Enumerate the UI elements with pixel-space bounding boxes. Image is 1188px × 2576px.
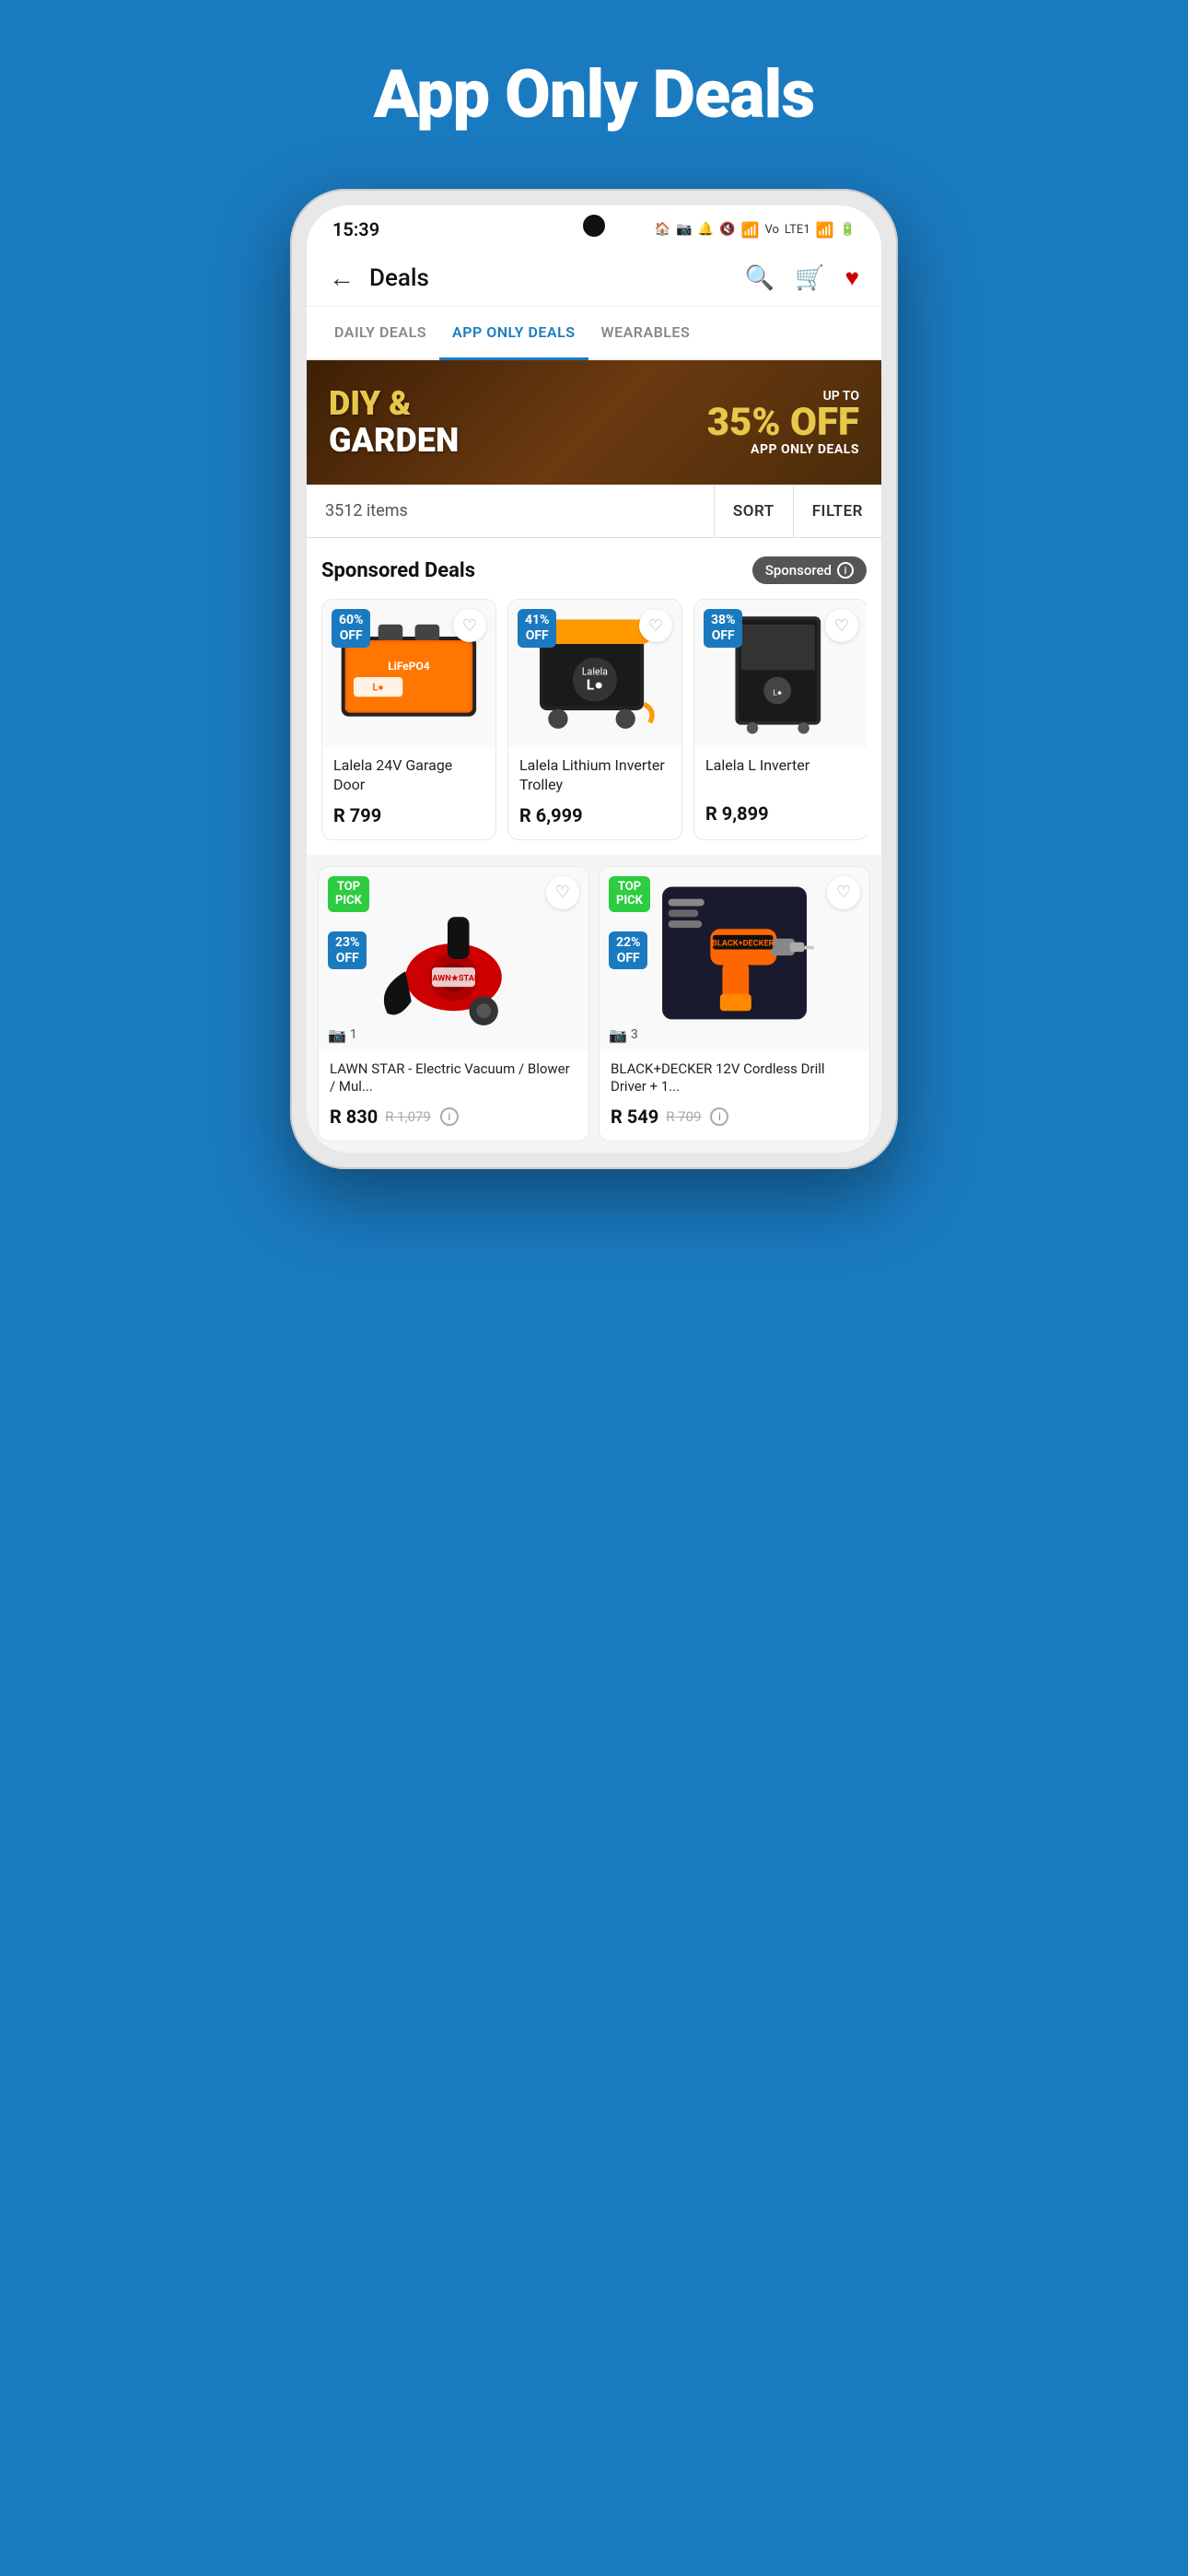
- discount-badge-2: 41% OFF: [518, 609, 556, 648]
- photo-count-2: 📷 3: [609, 1026, 638, 1044]
- banner-right: UP TO 35% OFF APP ONLY DEALS: [570, 389, 859, 457]
- camera-icon-2: 📷: [609, 1026, 627, 1044]
- sort-button[interactable]: SORT: [714, 486, 793, 537]
- wishlist-btn-grid-1[interactable]: ♡: [546, 876, 579, 909]
- grid-product-1[interactable]: TOP PICK 23% OFF ♡: [318, 866, 589, 1142]
- svg-text:L●: L●: [587, 675, 603, 693]
- product-3-image: 38% OFF ♡ L●: [694, 600, 867, 747]
- product-2-image: 41% OFF ♡ Lalela: [508, 600, 681, 747]
- banner-left: DIY & GARDEN: [329, 386, 570, 459]
- product-1-image: 60% OFF ♡ LiFePO4 L●: [322, 600, 495, 747]
- photo-count-1: 📷 1: [328, 1026, 357, 1044]
- banner-percent-text: 35% OFF: [570, 404, 859, 442]
- grid-product-2[interactable]: TOP PICK 22% OFF ♡: [599, 866, 870, 1142]
- sponsored-badge[interactable]: Sponsored i: [752, 556, 867, 584]
- product-3-name: Lalela L Inverter: [705, 756, 856, 793]
- grid-product-2-image: TOP PICK 22% OFF ♡: [600, 867, 869, 1051]
- sponsored-header: Sponsored Deals Sponsored i: [321, 556, 867, 584]
- sponsored-badge-label: Sponsored: [765, 562, 832, 579]
- search-icon[interactable]: 🔍: [745, 264, 775, 292]
- grid-product-1-image: TOP PICK 23% OFF ♡: [319, 867, 588, 1051]
- product-3-info: Lalela L Inverter R 9,899: [694, 747, 867, 837]
- svg-text:L●: L●: [773, 689, 782, 698]
- grid-orig-price-1: R 1,079: [385, 1108, 431, 1125]
- promo-banner[interactable]: DIY & GARDEN UP TO 35% OFF APP ONLY DEAL…: [307, 360, 881, 485]
- phone-frame: 15:39 🏠 📷 🔔 🔇 📶 Vo LTE1 📶 🔋 ← Deals 🔍 🛒: [290, 189, 898, 1169]
- nav-bar: ← Deals 🔍 🛒 ♥: [307, 250, 881, 307]
- cart-icon[interactable]: 🛒: [795, 264, 824, 292]
- banner-sub-text: APP ONLY DEALS: [570, 442, 859, 457]
- product-1-price: R 799: [333, 804, 484, 826]
- sponsored-section: Sponsored Deals Sponsored i 60% OFF ♡: [307, 538, 881, 855]
- banner-diy-text: DIY &: [329, 386, 570, 423]
- discount-badge-grid-1: 23% OFF: [328, 931, 367, 970]
- svg-text:L●: L●: [373, 682, 384, 694]
- tab-app-only-deals[interactable]: APP ONLY DEALS: [439, 307, 588, 360]
- grid-price-row-1: R 830 R 1,079 i: [330, 1106, 577, 1128]
- items-count: 3512 items: [307, 485, 714, 537]
- product-1-info: Lalela 24V Garage Door R 799: [322, 747, 495, 839]
- grid-product-2-info: BLACK+DECKER 12V Cordless Drill Driver +…: [600, 1051, 869, 1141]
- top-pick-badge-1: TOP PICK: [328, 876, 369, 912]
- tab-daily-deals[interactable]: DAILY DEALS: [321, 307, 439, 358]
- sponsored-product-1[interactable]: 60% OFF ♡ LiFePO4 L●: [321, 599, 496, 840]
- grid-product-1-info: LAWN STAR - Electric Vacuum / Blower / M…: [319, 1051, 588, 1141]
- back-button[interactable]: ←: [329, 263, 355, 293]
- top-pick-badge-2: TOP PICK: [609, 876, 650, 912]
- grid-product-2-name: BLACK+DECKER 12V Cordless Drill Driver +…: [611, 1060, 858, 1096]
- discount-badge-1: 60% OFF: [332, 609, 370, 648]
- status-icons: 🏠 📷 🔔 🔇 📶 Vo LTE1 📶 🔋: [655, 221, 856, 239]
- phone-screen: 15:39 🏠 📷 🔔 🔇 📶 Vo LTE1 📶 🔋 ← Deals 🔍 🛒: [307, 205, 881, 1153]
- grid-price-1: R 830: [330, 1106, 378, 1128]
- svg-text:BLACK+DECKER: BLACK+DECKER: [712, 939, 775, 948]
- page-title: App Only Deals: [374, 55, 815, 134]
- discount-badge-3: 38% OFF: [704, 609, 742, 648]
- info-icon[interactable]: i: [837, 562, 854, 579]
- tab-wearables[interactable]: WEARABLES: [588, 307, 704, 358]
- grid-price-2: R 549: [611, 1106, 658, 1128]
- wishlist-btn-3[interactable]: ♡: [825, 609, 858, 642]
- grid-orig-price-2: R 709: [666, 1108, 701, 1125]
- svg-text:LiFePO4: LiFePO4: [388, 660, 430, 673]
- product-3-price: R 9,899: [705, 802, 856, 825]
- wishlist-icon[interactable]: ♥: [845, 263, 859, 292]
- sponsored-title: Sponsored Deals: [321, 559, 475, 582]
- grid-price-row-2: R 549 R 709 i: [611, 1106, 858, 1128]
- grid-product-1-img-svg: LAWN★STAR: [339, 881, 568, 1037]
- items-bar: 3512 items SORT FILTER: [307, 485, 881, 538]
- filter-button[interactable]: FILTER: [793, 486, 881, 537]
- grid-section: TOP PICK 23% OFF ♡: [307, 855, 881, 1153]
- front-camera: [583, 215, 605, 237]
- sponsored-products-row: 60% OFF ♡ LiFePO4 L●: [321, 599, 867, 840]
- nav-title: Deals: [369, 264, 730, 292]
- product-2-price: R 6,999: [519, 804, 670, 826]
- tabs-bar: DAILY DEALS APP ONLY DEALS WEARABLES: [307, 307, 881, 360]
- nav-icons: 🔍 🛒 ♥: [745, 263, 859, 292]
- sponsored-product-2[interactable]: 41% OFF ♡ Lalela: [507, 599, 682, 840]
- banner-upto-text: UP TO: [570, 389, 859, 404]
- product-2-info: Lalela Lithium Inverter Trolley R 6,999: [508, 747, 681, 839]
- status-time: 15:39: [332, 218, 379, 240]
- products-grid: TOP PICK 23% OFF ♡: [318, 866, 870, 1142]
- product-2-name: Lalela Lithium Inverter Trolley: [519, 756, 670, 795]
- product-1-name: Lalela 24V Garage Door: [333, 756, 484, 795]
- discount-badge-grid-2: 22% OFF: [609, 931, 647, 970]
- status-bar: 15:39 🏠 📷 🔔 🔇 📶 Vo LTE1 📶 🔋: [307, 205, 881, 250]
- wishlist-btn-1[interactable]: ♡: [453, 609, 486, 642]
- camera-icon-1: 📷: [328, 1026, 346, 1044]
- grid-product-1-name: LAWN STAR - Electric Vacuum / Blower / M…: [330, 1060, 577, 1096]
- grid-product-2-img-svg: BLACK+DECKER: [620, 881, 849, 1037]
- svg-text:LAWN★STAR: LAWN★STAR: [427, 973, 480, 983]
- price-info-icon-1[interactable]: i: [440, 1107, 459, 1126]
- wishlist-btn-grid-2[interactable]: ♡: [827, 876, 860, 909]
- price-info-icon-2[interactable]: i: [710, 1107, 728, 1126]
- wishlist-btn-2[interactable]: ♡: [639, 609, 672, 642]
- banner-garden-text: GARDEN: [329, 423, 570, 460]
- sponsored-product-3[interactable]: 38% OFF ♡ L●: [693, 599, 867, 840]
